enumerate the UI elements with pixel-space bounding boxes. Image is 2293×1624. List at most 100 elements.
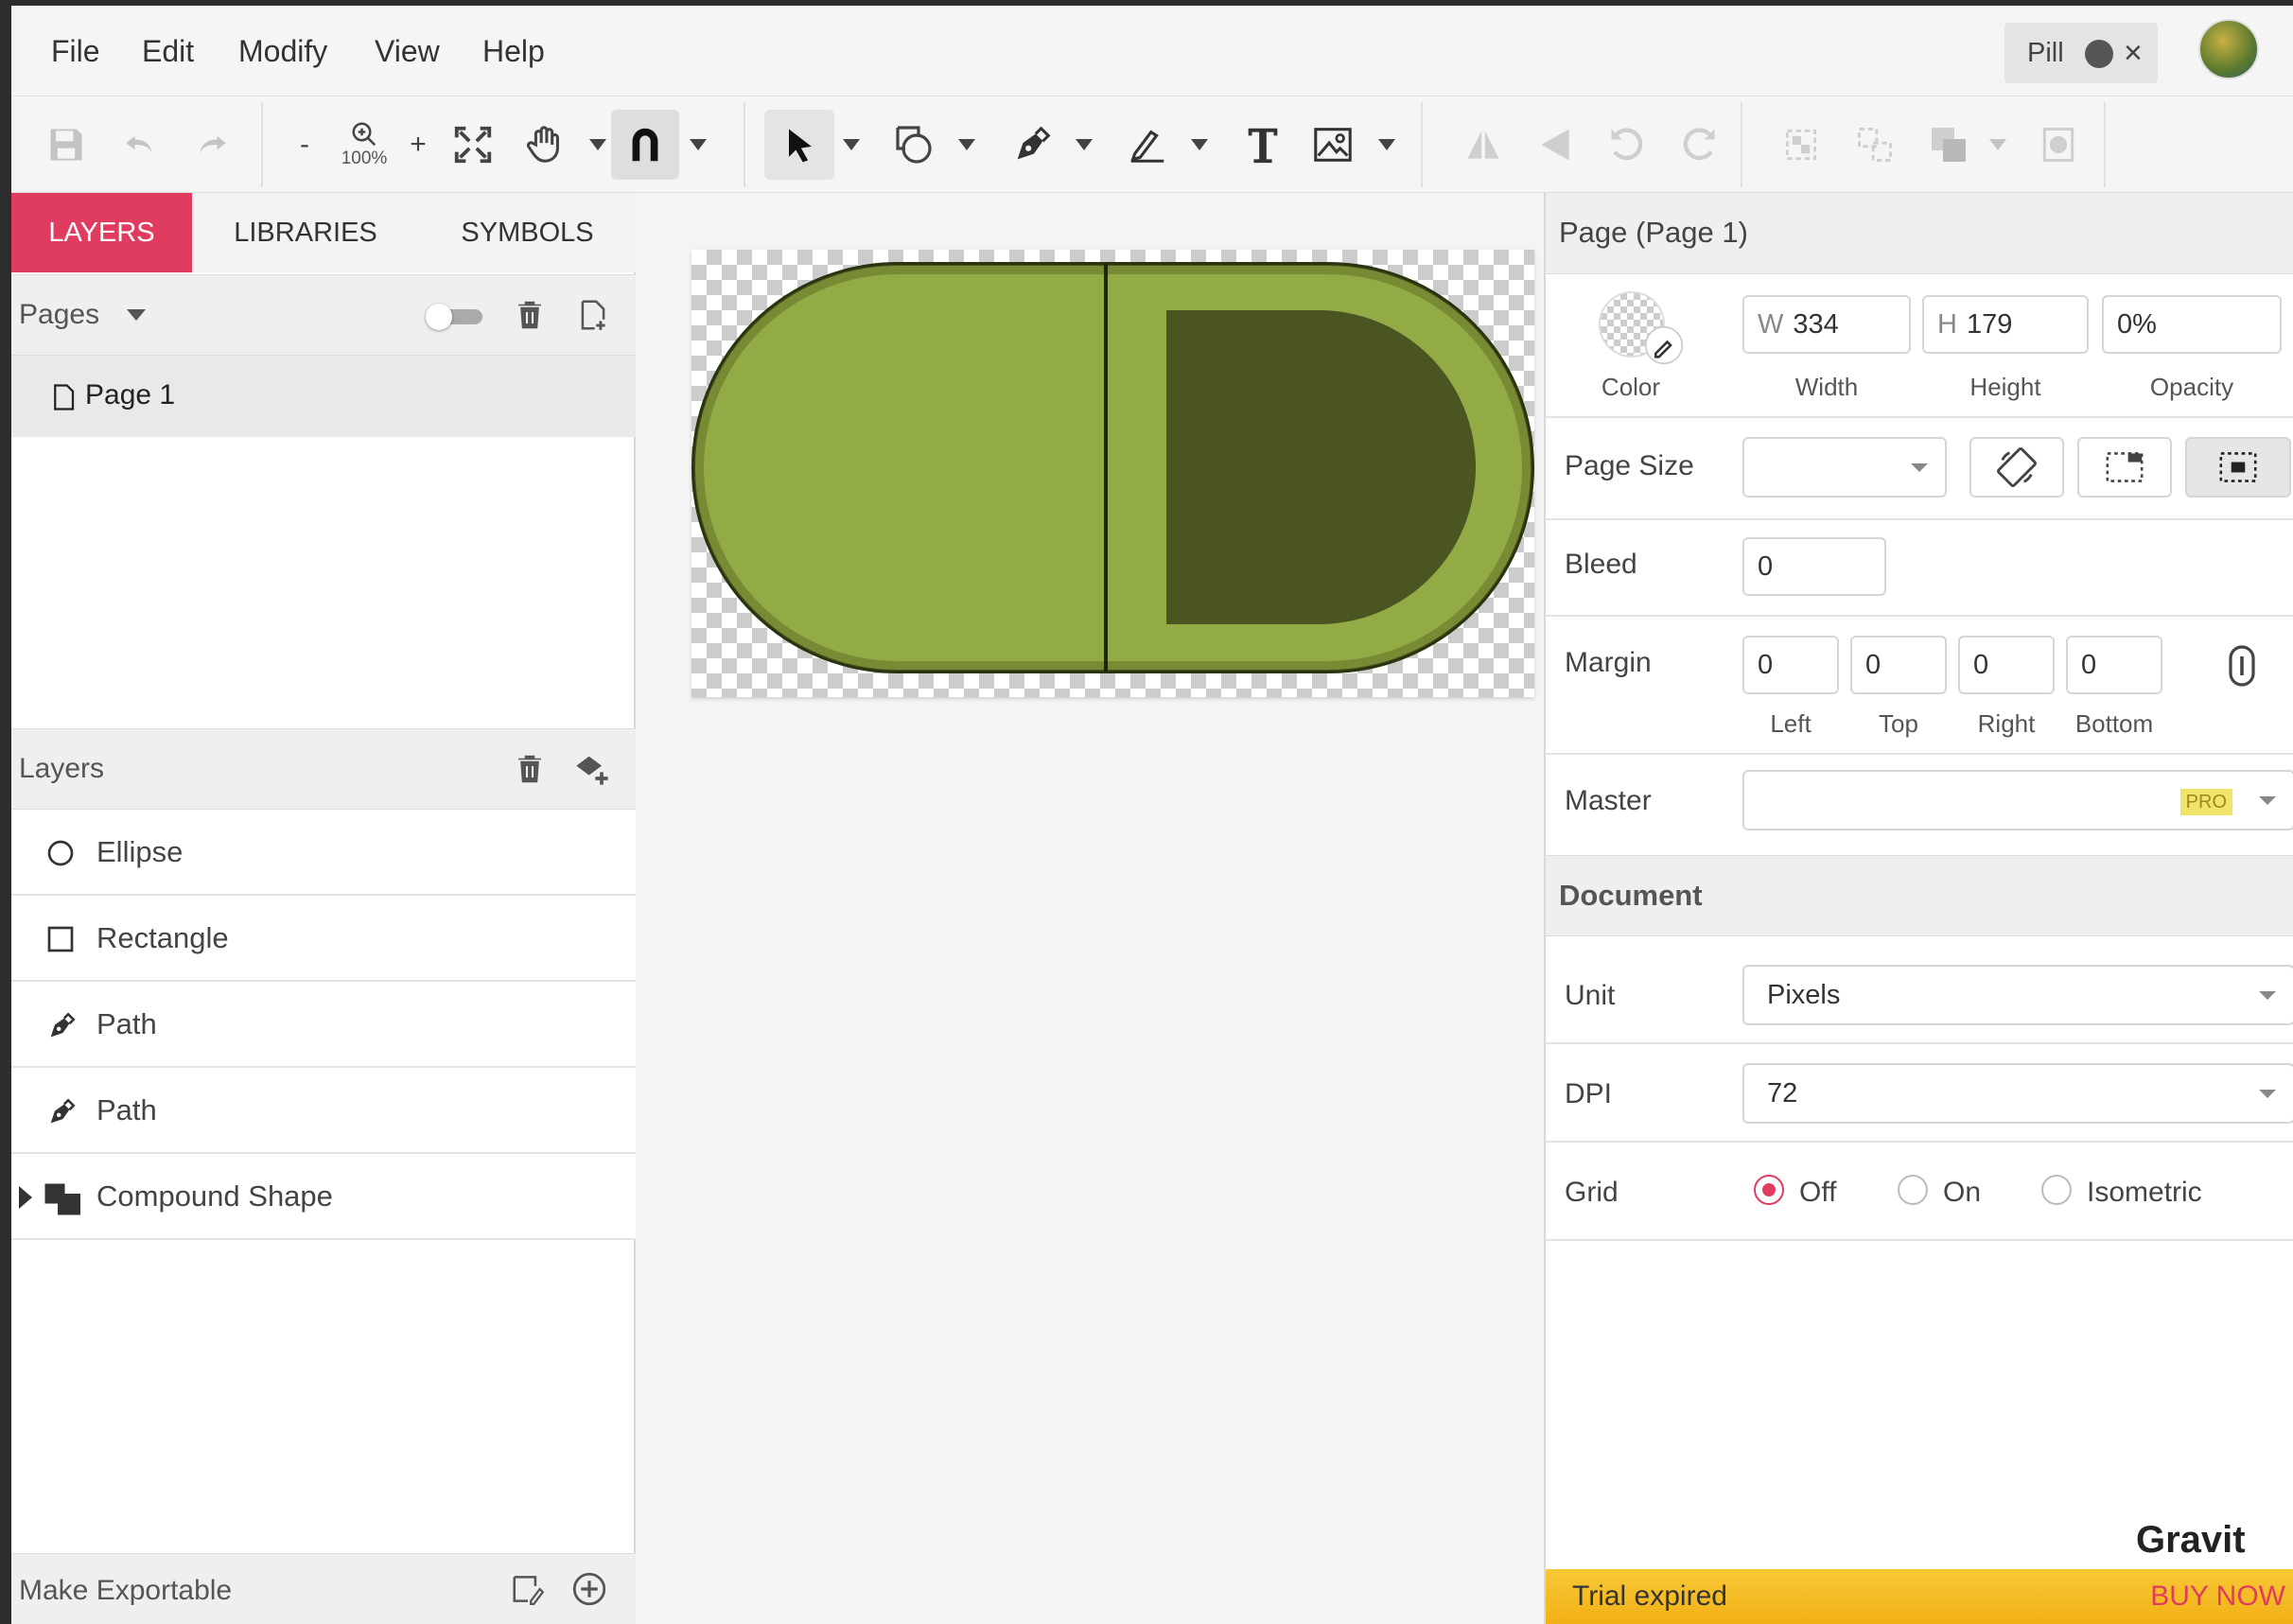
zoom-control[interactable]: 100%: [325, 96, 403, 193]
arrange-icon[interactable]: [1918, 96, 1979, 193]
layer-name: Path: [96, 1093, 157, 1126]
ungroup-icon[interactable]: [1845, 96, 1905, 193]
buy-now-link[interactable]: BUY NOW: [2150, 1569, 2285, 1624]
undo-icon[interactable]: [110, 96, 170, 193]
hand-tool-icon[interactable]: [509, 96, 581, 193]
select-pointer-icon[interactable]: [764, 110, 834, 180]
group-icon[interactable]: [1771, 96, 1831, 193]
layer-row-path[interactable]: Path: [11, 982, 636, 1068]
image-tool-icon[interactable]: [1298, 96, 1368, 193]
shape-tool-icon[interactable]: [880, 96, 950, 193]
menu-file[interactable]: File: [51, 34, 100, 68]
delete-page-icon[interactable]: [513, 296, 547, 334]
layer-row-path[interactable]: Path: [11, 1068, 636, 1154]
snap-magnet-icon[interactable]: [611, 110, 679, 180]
clip-content-button[interactable]: [2077, 437, 2172, 498]
layer-name: Ellipse: [96, 835, 184, 868]
height-label: Height: [1969, 373, 2041, 401]
master-select[interactable]: PRO: [1742, 770, 2293, 830]
grid-label: Grid: [1565, 1177, 1619, 1208]
unit-value: Pixels: [1767, 980, 1841, 1010]
menu-modify[interactable]: Modify: [238, 34, 327, 68]
margin-bottom-field[interactable]: 0: [2066, 636, 2162, 694]
close-tab-button[interactable]: ×: [2124, 23, 2143, 83]
save-icon[interactable]: [36, 96, 96, 193]
zoom-in-button[interactable]: +: [399, 96, 437, 193]
margin-top-label: Top: [1879, 709, 1918, 738]
grid-isometric-radio[interactable]: [2041, 1175, 2072, 1205]
pill-divider-line[interactable]: [1104, 264, 1108, 672]
unit-select[interactable]: Pixels: [1742, 965, 2293, 1025]
tab-symbols[interactable]: SYMBOLS: [419, 193, 636, 272]
cloud-sync-icon: [2085, 40, 2113, 68]
layer-row-compound-shape[interactable]: Compound Shape: [11, 1154, 636, 1240]
tab-libraries[interactable]: LIBRARIES: [192, 193, 419, 272]
margin-top-field[interactable]: 0: [1850, 636, 1947, 694]
snap-dropdown-icon[interactable]: [679, 96, 717, 193]
add-layer-icon[interactable]: [571, 750, 613, 788]
rotate-right-icon[interactable]: [1669, 96, 1729, 193]
export-slice-icon[interactable]: [509, 1571, 547, 1607]
show-in-multipage-button[interactable]: [2185, 437, 2291, 498]
pill-artwork[interactable]: [691, 250, 1534, 697]
layer-row-rectangle[interactable]: Rectangle: [11, 896, 636, 982]
left-panel: LAYERS LIBRARIES SYMBOLS Pages Page 1 La…: [11, 193, 636, 1624]
unit-label: Unit: [1565, 980, 1616, 1011]
menu-view[interactable]: View: [375, 34, 440, 68]
margin-left-field[interactable]: 0: [1742, 636, 1839, 694]
add-export-icon[interactable]: [569, 1569, 609, 1609]
pencil-dropdown-icon[interactable]: [1181, 96, 1218, 193]
page-item[interactable]: Page 1: [11, 356, 636, 437]
flip-vertical-icon[interactable]: [1525, 96, 1585, 193]
grid-on-radio[interactable]: [1898, 1175, 1928, 1205]
canvas-area[interactable]: [638, 193, 1542, 1624]
zoom-out-button[interactable]: -: [286, 96, 324, 193]
text-tool-icon[interactable]: [1228, 96, 1298, 193]
image-dropdown-icon[interactable]: [1368, 96, 1406, 193]
add-page-icon[interactable]: [575, 296, 611, 334]
pages-label: Pages: [19, 299, 100, 330]
dpi-select[interactable]: 72: [1742, 1063, 2293, 1124]
width-field[interactable]: W 334: [1742, 295, 1911, 354]
bleed-field[interactable]: 0: [1742, 537, 1886, 596]
layers-label: Layers: [19, 753, 105, 784]
user-avatar[interactable]: [2198, 19, 2259, 79]
link-margins-icon[interactable]: [2225, 645, 2259, 687]
artboard-page-1[interactable]: [691, 250, 1534, 697]
color-label: Color: [1601, 373, 1661, 401]
eyedropper-icon[interactable]: [1644, 325, 1684, 365]
redo-icon[interactable]: [182, 96, 242, 193]
tab-layers[interactable]: LAYERS: [11, 193, 192, 272]
margin-right-field[interactable]: 0: [1958, 636, 2055, 694]
expand-triangle-icon[interactable]: [19, 1186, 34, 1209]
arrange-dropdown-icon[interactable]: [1979, 96, 2017, 193]
document-tab-title: Pill: [2027, 38, 2064, 68]
rotate-left-icon[interactable]: [1597, 96, 1657, 193]
layer-row-ellipse[interactable]: Ellipse: [11, 810, 636, 896]
pen-tool-icon[interactable]: [997, 96, 1067, 193]
orientation-button[interactable]: [1969, 437, 2064, 498]
margin-bottom-value: 0: [2081, 650, 2097, 680]
fit-screen-icon[interactable]: [437, 96, 509, 193]
page-size-select[interactable]: [1742, 437, 1947, 498]
pages-dropdown-icon[interactable]: [127, 309, 146, 323]
flip-horizontal-icon[interactable]: [1453, 96, 1514, 193]
menu-edit[interactable]: Edit: [142, 34, 194, 68]
pencil-tool-icon[interactable]: [1112, 96, 1182, 193]
mask-icon[interactable]: [2028, 96, 2089, 193]
pen-dropdown-icon[interactable]: [1065, 96, 1103, 193]
compound-shape-icon: [44, 1183, 80, 1215]
select-dropdown-icon[interactable]: [832, 96, 870, 193]
width-prefix: W: [1758, 309, 1784, 340]
document-tab[interactable]: Pill ×: [2004, 23, 2158, 83]
grid-off-radio[interactable]: [1754, 1175, 1784, 1205]
height-field[interactable]: H 179: [1922, 295, 2089, 354]
menu-help[interactable]: Help: [482, 34, 545, 68]
page-properties-title: Page (Page 1): [1559, 216, 1748, 249]
opacity-field[interactable]: 0%: [2102, 295, 2282, 354]
pages-toggle[interactable]: [426, 304, 484, 330]
delete-layer-icon[interactable]: [513, 750, 547, 788]
margin-top-value: 0: [1865, 650, 1882, 680]
shape-dropdown-icon[interactable]: [948, 96, 986, 193]
pill-inner-shape[interactable]: [1166, 310, 1476, 624]
